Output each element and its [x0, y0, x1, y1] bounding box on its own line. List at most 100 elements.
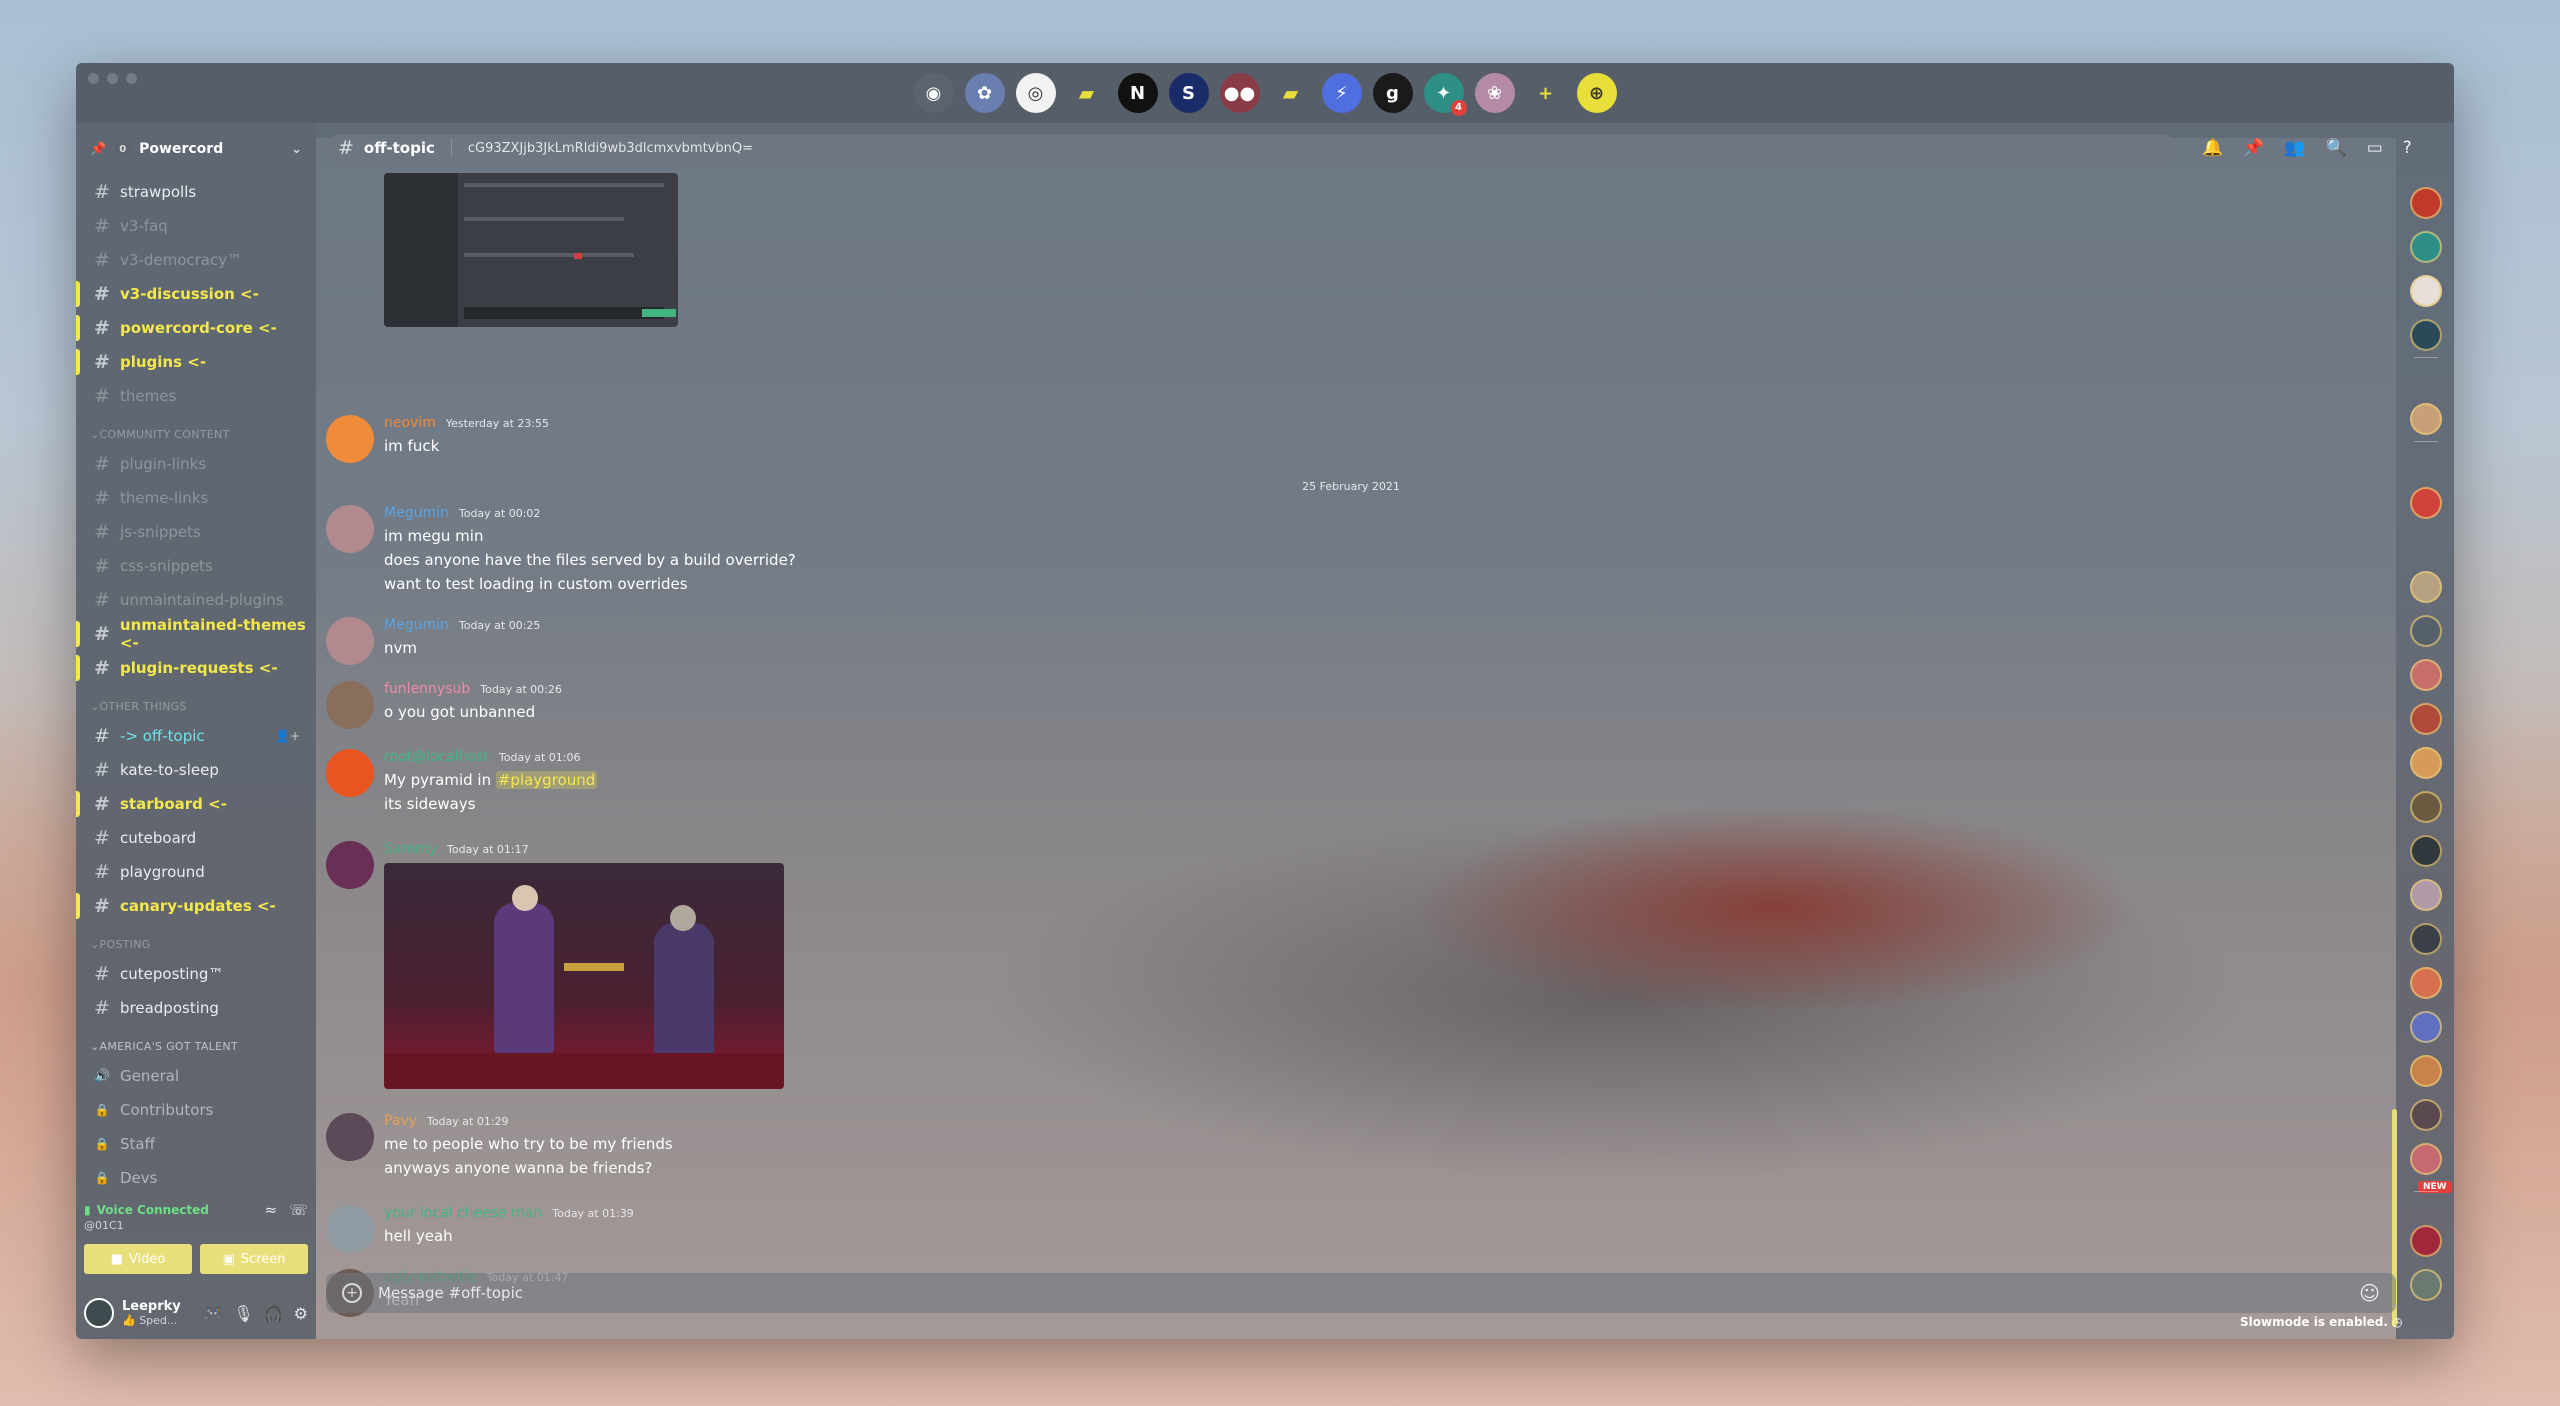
microphone-icon[interactable]: 🎙: [233, 1304, 253, 1323]
close-window-button[interactable]: [88, 73, 99, 84]
member-avatar[interactable]: [2410, 275, 2442, 307]
members-icon[interactable]: 👥: [2284, 138, 2305, 158]
channel-item[interactable]: 🔒 Contributors: [76, 1093, 316, 1127]
member-avatar[interactable]: [2410, 1269, 2442, 1301]
channel-item[interactable]: # strawpolls: [76, 175, 316, 209]
member-avatar[interactable]: [2410, 791, 2442, 823]
channel-item[interactable]: # canary-updates <-: [76, 889, 316, 923]
message-author[interactable]: funlennysub: [384, 681, 470, 697]
guild-header[interactable]: 📌 0 Powercord ⌄: [76, 123, 316, 175]
server-snail-server-icon[interactable]: ◎: [1015, 73, 1056, 113]
avatar[interactable]: [326, 681, 374, 729]
member-avatar[interactable]: [2410, 1225, 2442, 1257]
member-avatar[interactable]: [2410, 1011, 2442, 1043]
message-author[interactable]: Pavy: [384, 1113, 417, 1129]
message-author[interactable]: Megumin: [384, 505, 449, 521]
channel-item[interactable]: # plugin-links: [76, 447, 316, 481]
member-avatar[interactable]: [2410, 1099, 2442, 1131]
invite-icon[interactable]: 👤+: [275, 729, 300, 743]
avatar[interactable]: [326, 1113, 374, 1161]
channel-item[interactable]: # unmaintained-plugins: [76, 583, 316, 617]
server-pink-server-icon[interactable]: ❀: [1474, 73, 1515, 113]
member-avatar[interactable]: [2410, 967, 2442, 999]
add-attachment-icon[interactable]: +: [342, 1283, 362, 1303]
folder-2-icon[interactable]: ▰: [1271, 73, 1311, 113]
attachment-image[interactable]: [384, 863, 784, 1089]
gear-icon[interactable]: ⚙: [294, 1304, 308, 1323]
channel-mention[interactable]: #playground: [495, 771, 598, 789]
server-g-server-icon[interactable]: g: [1372, 73, 1413, 113]
message-author[interactable]: Sammy: [384, 841, 437, 857]
member-avatar[interactable]: [2410, 923, 2442, 955]
server-anime-server-icon[interactable]: ✿: [964, 73, 1005, 113]
headphones-icon[interactable]: 🎧: [264, 1304, 284, 1323]
channel-item[interactable]: # breadposting: [76, 991, 316, 1025]
member-avatar[interactable]: [2410, 703, 2442, 735]
server-n-server-icon[interactable]: N: [1117, 73, 1158, 113]
channel-item[interactable]: # css-snippets: [76, 549, 316, 583]
folder-1-icon[interactable]: ▰: [1067, 73, 1107, 113]
member-avatar[interactable]: [2410, 231, 2442, 263]
member-avatar[interactable]: [2410, 1055, 2442, 1087]
screen-button[interactable]: ▣ Screen: [200, 1244, 308, 1274]
avatar[interactable]: [326, 1205, 374, 1253]
pin-icon[interactable]: 📌: [2243, 138, 2264, 158]
member-avatar[interactable]: [2410, 615, 2442, 647]
maximize-window-button[interactable]: [126, 73, 137, 84]
channel-item[interactable]: # js-snippets: [76, 515, 316, 549]
channel-item[interactable]: # cuteboard: [76, 821, 316, 855]
gamepad-icon[interactable]: 🎮: [204, 1304, 224, 1323]
avatar[interactable]: [326, 415, 374, 463]
channel-item[interactable]: # kate-to-sleep: [76, 753, 316, 787]
server-eyes-server-icon[interactable]: ●●: [1219, 73, 1260, 113]
channel-item[interactable]: # starboard <-: [76, 787, 316, 821]
channel-item[interactable]: # themes: [76, 379, 316, 413]
help-icon[interactable]: ?: [2403, 138, 2412, 158]
category-header[interactable]: ⌄ Posting: [76, 923, 316, 957]
channel-item[interactable]: # -> off-topic 👤+: [76, 719, 316, 753]
member-avatar[interactable]: [2410, 747, 2442, 779]
message-author[interactable]: Megumin: [384, 617, 449, 633]
avatar[interactable]: [326, 749, 374, 797]
message-author[interactable]: neovim: [384, 415, 436, 431]
add-server-server-icon[interactable]: +: [1526, 73, 1566, 113]
server-powercord-server-icon[interactable]: ⚡: [1321, 73, 1362, 113]
avatar[interactable]: [326, 841, 374, 889]
channel-item[interactable]: # unmaintained-themes <-: [76, 616, 316, 652]
server-group-server-icon[interactable]: ✦ 4: [1423, 73, 1467, 116]
avatar[interactable]: [84, 1298, 114, 1328]
message-author[interactable]: root@localhost: [384, 749, 489, 765]
member-avatar[interactable]: [2410, 835, 2442, 867]
channel-item[interactable]: 🔒 Staff: [76, 1127, 316, 1161]
member-avatar[interactable]: [2410, 1143, 2442, 1175]
channel-item[interactable]: 🔒 Devs: [76, 1161, 316, 1195]
category-header[interactable]: ⌄ Other Things: [76, 685, 316, 719]
disconnect-icon[interactable]: ☏: [289, 1201, 308, 1219]
member-avatar[interactable]: [2410, 487, 2442, 519]
channel-item[interactable]: # theme-links: [76, 481, 316, 515]
channel-item[interactable]: # v3-faq: [76, 209, 316, 243]
channel-item[interactable]: # plugins <-: [76, 345, 316, 379]
message-input[interactable]: [378, 1284, 2344, 1302]
video-button[interactable]: ■ Video: [84, 1244, 192, 1274]
avatar[interactable]: [326, 617, 374, 665]
search-icon[interactable]: 🔍: [2326, 138, 2347, 158]
message-author[interactable]: your local cheese man: [384, 1205, 542, 1221]
member-avatar[interactable]: [2410, 879, 2442, 911]
category-header[interactable]: ⌄ America's Got Talent: [76, 1025, 316, 1059]
category-header[interactable]: ⌄ Community Content: [76, 413, 316, 447]
member-avatar[interactable]: [2410, 571, 2442, 603]
inbox-icon[interactable]: ▭: [2367, 138, 2383, 158]
emoji-icon[interactable]: ☺: [2359, 1281, 2380, 1305]
channel-item[interactable]: # playground: [76, 855, 316, 889]
channel-item[interactable]: # v3-democracy™: [76, 243, 316, 277]
channel-item[interactable]: # plugin-requests <-: [76, 651, 316, 685]
discord-home-server-icon[interactable]: ◉: [913, 73, 954, 113]
channel-item[interactable]: # cuteposting™: [76, 957, 316, 991]
avatar[interactable]: [326, 505, 374, 553]
minimize-window-button[interactable]: [107, 73, 118, 84]
channel-topic[interactable]: cG93ZXJjb3JkLmRldi9wb3dlcmxvbmtvbnQ=: [468, 141, 753, 156]
member-avatar[interactable]: [2410, 319, 2442, 351]
explore-server-icon[interactable]: ⊕: [1576, 73, 1617, 113]
member-avatar[interactable]: [2410, 659, 2442, 691]
